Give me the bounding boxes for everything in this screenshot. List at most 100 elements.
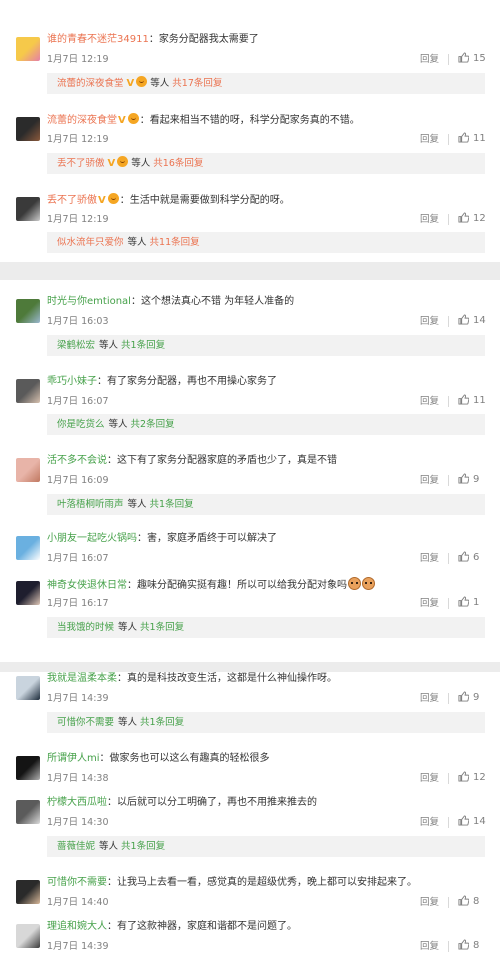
sub-reply-username[interactable]: 蔷薇佳妮	[57, 841, 95, 852]
comment-username-link[interactable]: 乖巧小妹子	[47, 376, 97, 387]
sub-reply-count-link[interactable]: 共17条回复	[172, 78, 222, 89]
comment-username-link[interactable]: 所谓伊人mi	[47, 753, 100, 764]
sub-replies-bar[interactable]: 你是吃货么 等人 共2条回复	[47, 414, 485, 435]
user-avatar[interactable]	[16, 379, 40, 403]
sub-reply-username[interactable]: 当我饿的时候	[57, 622, 114, 633]
comment-text: 有了家务分配器，再也不用操心家务了	[107, 376, 277, 387]
sub-reply-username[interactable]: 可惜你不需要	[57, 717, 114, 728]
reply-button[interactable]: 回复	[420, 896, 439, 909]
reply-button[interactable]: 回复	[420, 315, 439, 328]
thumbs-up-icon	[458, 551, 473, 563]
comment-text: 看起来相当不错的呀，科学分配家务真的不错。	[149, 115, 360, 126]
sub-reply-count-link[interactable]: 共2条回复	[131, 419, 175, 430]
comment-username-link[interactable]: 理追和婉大人	[47, 921, 107, 932]
comment-username-link[interactable]: 流蕾的深夜食堂	[47, 115, 117, 126]
sub-replies-bar[interactable]: 似水流年只爱你 等人 共11条回复	[47, 232, 485, 253]
comment-username-link[interactable]: 活不多不会说	[47, 455, 107, 466]
sub-replies-bar[interactable]: 梁鹤松宏 等人 共1条回复	[47, 335, 485, 356]
comment-username-link[interactable]: 谁的青春不迷茫34911	[47, 34, 149, 45]
user-avatar[interactable]	[16, 924, 40, 948]
fan-badge-icon	[127, 113, 139, 124]
comment-text: 做家务也可以这么有趣真的轻松很多	[109, 753, 270, 764]
reply-button[interactable]: 回复	[420, 133, 439, 146]
reply-button[interactable]: 回复	[420, 816, 439, 829]
comment-username-link[interactable]: 柠檬大西瓜啦	[47, 797, 107, 808]
thumbs-up-icon	[458, 895, 473, 907]
like-button[interactable]: 14	[458, 815, 486, 828]
comment-username-link[interactable]: 时光与你emtional	[47, 296, 131, 307]
like-button[interactable]: 14	[458, 314, 486, 327]
sub-reply-count-link[interactable]: 共1条回复	[140, 717, 184, 728]
reply-button[interactable]: 回复	[420, 940, 439, 953]
sub-reply-username[interactable]: 你是吃货么	[57, 419, 105, 430]
comment-text: 以后就可以分工明确了，再也不用推来推去的	[117, 797, 317, 808]
sub-reply-count-link[interactable]: 共16条回复	[153, 158, 203, 169]
user-avatar[interactable]	[16, 756, 40, 780]
user-avatar[interactable]	[16, 458, 40, 482]
like-button[interactable]: 8	[458, 939, 479, 952]
sub-reply-count-link[interactable]: 共11条回复	[150, 237, 200, 248]
like-button[interactable]: 15	[458, 52, 486, 65]
like-count: 6	[473, 552, 480, 563]
user-avatar[interactable]	[16, 880, 40, 904]
comment-username-link[interactable]: 我就是温柔本柔	[47, 673, 117, 684]
reply-button[interactable]: 回复	[420, 597, 439, 610]
comment-text: 有了这款神器，家庭和谐都不是问题了。	[117, 921, 297, 932]
reply-button[interactable]: 回复	[420, 692, 439, 705]
like-button[interactable]: 1	[458, 596, 479, 609]
sub-reply-username[interactable]: 流蕾的深夜食堂	[57, 78, 124, 89]
sub-reply-username[interactable]: 梁鹤松宏	[57, 340, 95, 351]
comment-username-link[interactable]: 神奇女侠退休日常	[47, 580, 127, 591]
user-avatar[interactable]	[16, 299, 40, 323]
reply-button[interactable]: 回复	[420, 474, 439, 487]
comment-line: 小朋友一起吃火锅吗：害，家庭矛盾终于可以解决了	[47, 532, 277, 546]
user-avatar[interactable]	[16, 37, 40, 61]
user-avatar[interactable]	[16, 581, 40, 605]
comment-timestamp: 1月7日 16:07	[47, 553, 109, 564]
user-avatar[interactable]	[16, 536, 40, 560]
user-avatar[interactable]	[16, 197, 40, 221]
sub-replies-bar[interactable]: 叶落梧桐听雨声 等人 共1条回复	[47, 494, 485, 515]
sub-replies-bar[interactable]: 可惜你不需要 等人 共1条回复	[47, 712, 485, 733]
thumbs-up-icon	[458, 473, 473, 485]
user-avatar[interactable]	[16, 676, 40, 700]
user-avatar[interactable]	[16, 800, 40, 824]
reply-button[interactable]: 回复	[420, 53, 439, 66]
comment-line: 柠檬大西瓜啦：以后就可以分工明确了，再也不用推来推去的	[47, 796, 317, 810]
sub-reply-count-link[interactable]: 共1条回复	[121, 841, 165, 852]
comment-text: 生活中就是需要做到科学分配的呀。	[129, 195, 290, 206]
reply-button[interactable]: 回复	[420, 395, 439, 408]
sub-reply-count-link[interactable]: 共1条回复	[121, 340, 165, 351]
comment-username-link[interactable]: 丢不了骄傲	[47, 195, 97, 206]
sub-replies-bar[interactable]: 当我饿的时候 等人 共1条回复	[47, 617, 485, 638]
sub-reply-username[interactable]: 似水流年只爱你	[57, 237, 124, 248]
fan-badge-icon	[136, 76, 148, 87]
like-count: 11	[473, 133, 486, 144]
like-button[interactable]: 6	[458, 551, 479, 564]
comment-line: 所谓伊人mi：做家务也可以这么有趣真的轻松很多	[47, 752, 270, 766]
sub-reply-count-link[interactable]: 共1条回复	[140, 622, 184, 633]
like-button[interactable]: 11	[458, 394, 486, 407]
reply-button[interactable]: 回复	[420, 772, 439, 785]
like-button[interactable]: 12	[458, 212, 486, 225]
colon-separator: ：	[97, 376, 107, 387]
like-button[interactable]: 11	[458, 132, 486, 145]
like-button[interactable]: 9	[458, 691, 479, 704]
sub-reply-count-link[interactable]: 共1条回复	[150, 499, 194, 510]
thumbs-up-icon	[458, 314, 473, 326]
reply-button[interactable]: 回复	[420, 213, 439, 226]
sub-replies-bar[interactable]: 流蕾的深夜食堂 V 等人 共17条回复	[47, 73, 485, 94]
comment-timestamp: 1月7日 14:39	[47, 693, 109, 704]
sub-replies-bar[interactable]: 丢不了骄傲 V 等人 共16条回复	[47, 153, 485, 174]
like-button[interactable]: 12	[458, 771, 486, 784]
sub-reply-username[interactable]: 叶落梧桐听雨声	[57, 499, 124, 510]
like-button[interactable]: 8	[458, 895, 479, 908]
sub-reply-username[interactable]: 丢不了骄傲	[57, 158, 105, 169]
sub-replies-bar[interactable]: 蔷薇佳妮 等人 共1条回复	[47, 836, 485, 857]
user-avatar[interactable]	[16, 117, 40, 141]
comment-username-link[interactable]: 可惜你不需要	[47, 877, 107, 888]
comment-username-link[interactable]: 小朋友一起吃火锅吗	[47, 533, 137, 544]
like-button[interactable]: 9	[458, 473, 479, 486]
reply-button[interactable]: 回复	[420, 552, 439, 565]
action-divider	[448, 54, 449, 65]
